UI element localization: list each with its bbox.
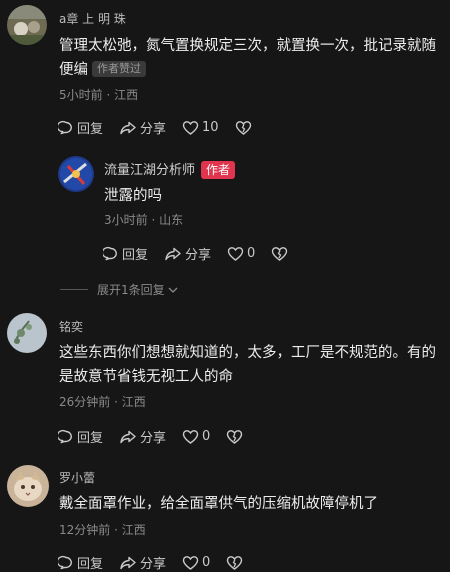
share-icon	[120, 121, 136, 134]
like-button[interactable]: 0	[227, 246, 255, 262]
share-label: 分享	[185, 248, 212, 263]
share-icon	[120, 430, 136, 443]
share-button[interactable]: 分享	[119, 427, 166, 446]
reply-button[interactable]: 回复	[58, 553, 103, 572]
chevron-down-icon	[168, 287, 178, 293]
comment-body: 戴全面罩作业，给全面罩供气的压缩机故障停机了	[59, 496, 378, 512]
comment-actions: 回复 分享 0	[58, 427, 262, 446]
share-icon	[120, 556, 136, 569]
reply-button[interactable]: 回复	[58, 427, 103, 446]
broken-heart-icon	[272, 246, 288, 261]
comment-actions: 回复 分享 0	[58, 553, 262, 572]
broken-heart-icon	[227, 555, 243, 570]
share-label: 分享	[140, 557, 167, 572]
broken-heart-icon	[227, 429, 243, 444]
avatar[interactable]	[7, 5, 47, 45]
share-button[interactable]: 分享	[164, 244, 211, 263]
dislike-button[interactable]	[226, 429, 246, 445]
like-button[interactable]: 0	[182, 429, 210, 445]
comment-meta: 26分钟前 · 江西	[59, 395, 146, 409]
heart-icon	[182, 555, 199, 570]
share-button[interactable]: 分享	[119, 118, 166, 137]
comment-meta: 12分钟前 · 江西	[59, 523, 146, 537]
username[interactable]: a章 上 明 珠	[59, 10, 126, 27]
share-label: 分享	[140, 431, 167, 446]
dislike-button[interactable]	[226, 555, 246, 571]
reply-icon	[58, 555, 72, 569]
dislike-button[interactable]	[271, 246, 291, 262]
heart-icon	[227, 246, 244, 261]
comment-actions: 回复 分享 0	[103, 244, 307, 263]
share-button[interactable]: 分享	[119, 553, 166, 572]
divider	[60, 289, 88, 290]
reply-label: 回复	[77, 557, 104, 572]
comment-meta: 3小时前 · 山东	[104, 213, 184, 227]
heart-icon	[182, 120, 199, 135]
expand-replies-button[interactable]: 展开1条回复	[60, 281, 179, 298]
like-count: 0	[202, 429, 211, 444]
username[interactable]: 铭奕	[59, 318, 83, 335]
comment-text: 管理太松弛，氮气置换规定三次，就置换一次，批记录就随便编 作者赞过	[59, 34, 439, 82]
share-label: 分享	[140, 122, 167, 137]
avatar[interactable]	[58, 156, 94, 192]
reply-label: 回复	[122, 248, 149, 263]
reply-label: 回复	[77, 122, 104, 137]
dislike-button[interactable]	[235, 120, 255, 136]
avatar[interactable]	[7, 465, 49, 507]
username[interactable]: 罗小蕾	[59, 469, 95, 486]
comment-meta: 5小时前 · 江西	[59, 88, 139, 102]
like-count: 0	[202, 555, 211, 570]
like-count: 10	[202, 120, 219, 135]
reply-icon	[103, 246, 117, 260]
reply-icon	[58, 429, 72, 443]
comment-actions: 回复 分享 10	[58, 118, 271, 137]
reply-button[interactable]: 回复	[58, 118, 103, 137]
expand-replies-label: 展开1条回复	[97, 283, 165, 297]
reply-label: 回复	[77, 431, 104, 446]
share-icon	[165, 247, 181, 260]
liked-by-author-badge: 作者赞过	[92, 61, 146, 77]
like-count: 0	[247, 246, 256, 261]
username[interactable]: 流量江湖分析师 作者	[104, 159, 236, 179]
username-text: 流量江湖分析师	[104, 163, 196, 178]
like-button[interactable]: 10	[182, 120, 219, 136]
reply-icon	[58, 120, 72, 134]
reply-button[interactable]: 回复	[103, 244, 148, 263]
avatar[interactable]	[7, 313, 47, 353]
like-button[interactable]: 0	[182, 555, 210, 571]
comment-body: 泄露的吗	[104, 188, 162, 204]
heart-icon	[182, 429, 199, 444]
broken-heart-icon	[235, 120, 251, 135]
author-badge: 作者	[201, 161, 236, 179]
comment-body: 这些东西你们想想就知道的，太多，工厂是不规范的。有的是故意节省钱无视工人的命	[59, 345, 436, 385]
